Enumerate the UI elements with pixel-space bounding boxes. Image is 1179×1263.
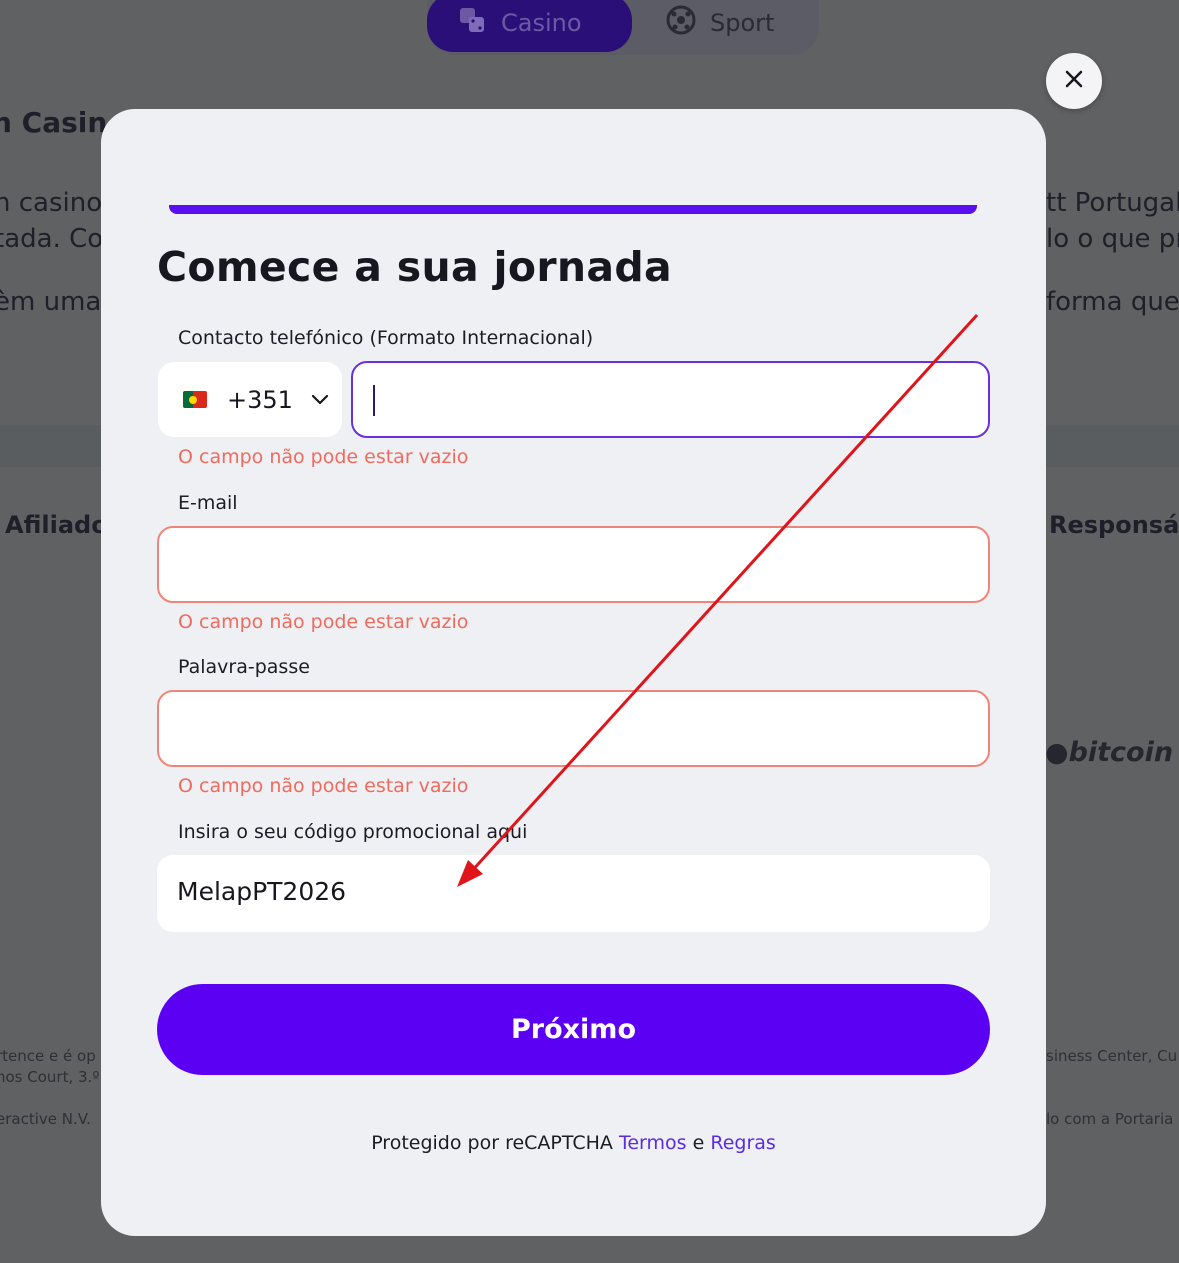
recaptcha-notice: Protegido por reCAPTCHA Termos e Regras	[101, 1132, 1046, 1154]
bg-footer-text: rtence e é op	[0, 1047, 96, 1065]
country-code-value: +351	[227, 385, 293, 414]
soccer-ball-icon	[666, 5, 696, 41]
email-input[interactable]	[157, 526, 990, 603]
phone-error: O campo não pode estar vazio	[178, 446, 469, 468]
next-button[interactable]: Próximo	[157, 984, 990, 1075]
nav-sport-tab[interactable]: Sport	[666, 0, 774, 52]
bg-text: lo o que pre	[1046, 224, 1179, 254]
bitcoin-icon: ●	[1045, 737, 1069, 768]
email-error: O campo não pode estar vazio	[178, 611, 469, 633]
password-label: Palavra-passe	[178, 656, 310, 678]
portugal-flag-icon	[183, 391, 207, 408]
registration-modal: Comece a sua jornada Contacto telefónico…	[101, 109, 1046, 1236]
bg-footer-text: eractive N.V.	[0, 1110, 91, 1128]
step-progress-bar	[169, 205, 977, 214]
bitcoin-logo: ●bitcoin	[1045, 737, 1173, 768]
recaptcha-and: e	[692, 1132, 705, 1154]
phone-label: Contacto telefónico (Formato Internacion…	[178, 327, 594, 349]
promo-code-value: MelapPT2026	[177, 877, 347, 906]
bg-text: tada. Co	[0, 224, 104, 254]
password-input[interactable]	[157, 690, 990, 767]
email-label: E-mail	[178, 492, 238, 514]
bg-text: tt Portugal	[1046, 188, 1179, 218]
bg-text: n casino	[0, 188, 103, 218]
password-error: O campo não pode estar vazio	[178, 775, 469, 797]
terms-link[interactable]: Termos	[619, 1132, 687, 1154]
close-icon	[1064, 69, 1084, 93]
nav-sport-label: Sport	[710, 9, 775, 37]
bg-responsible-link[interactable]: Responsáv	[1049, 511, 1179, 539]
close-button[interactable]	[1046, 53, 1102, 109]
bg-text: èm uma	[0, 287, 102, 317]
rules-link[interactable]: Regras	[710, 1132, 775, 1154]
promo-code-input[interactable]: MelapPT2026	[157, 855, 990, 932]
phone-input[interactable]	[351, 361, 990, 438]
nav-casino-label: Casino	[501, 9, 582, 37]
text-cursor	[373, 385, 375, 416]
country-code-select[interactable]: +351	[158, 362, 342, 437]
chevron-down-icon	[311, 394, 329, 406]
modal-title: Comece a sua jornada	[157, 243, 672, 291]
promo-label: Insira o seu código promocional aqui	[178, 821, 528, 843]
bg-footer-text: nos Court, 3.º	[0, 1068, 100, 1086]
bg-footer-text: lo com a Portaria	[1046, 1110, 1174, 1128]
bg-text: forma que	[1046, 287, 1179, 317]
dice-icon	[457, 5, 487, 41]
bitcoin-label: bitcoin	[1068, 737, 1174, 768]
recaptcha-prefix: Protegido por reCAPTCHA	[371, 1132, 613, 1154]
nav-casino-tab[interactable]: Casino	[427, 0, 632, 52]
bg-footer-text: siness Center, Cu	[1046, 1047, 1178, 1065]
